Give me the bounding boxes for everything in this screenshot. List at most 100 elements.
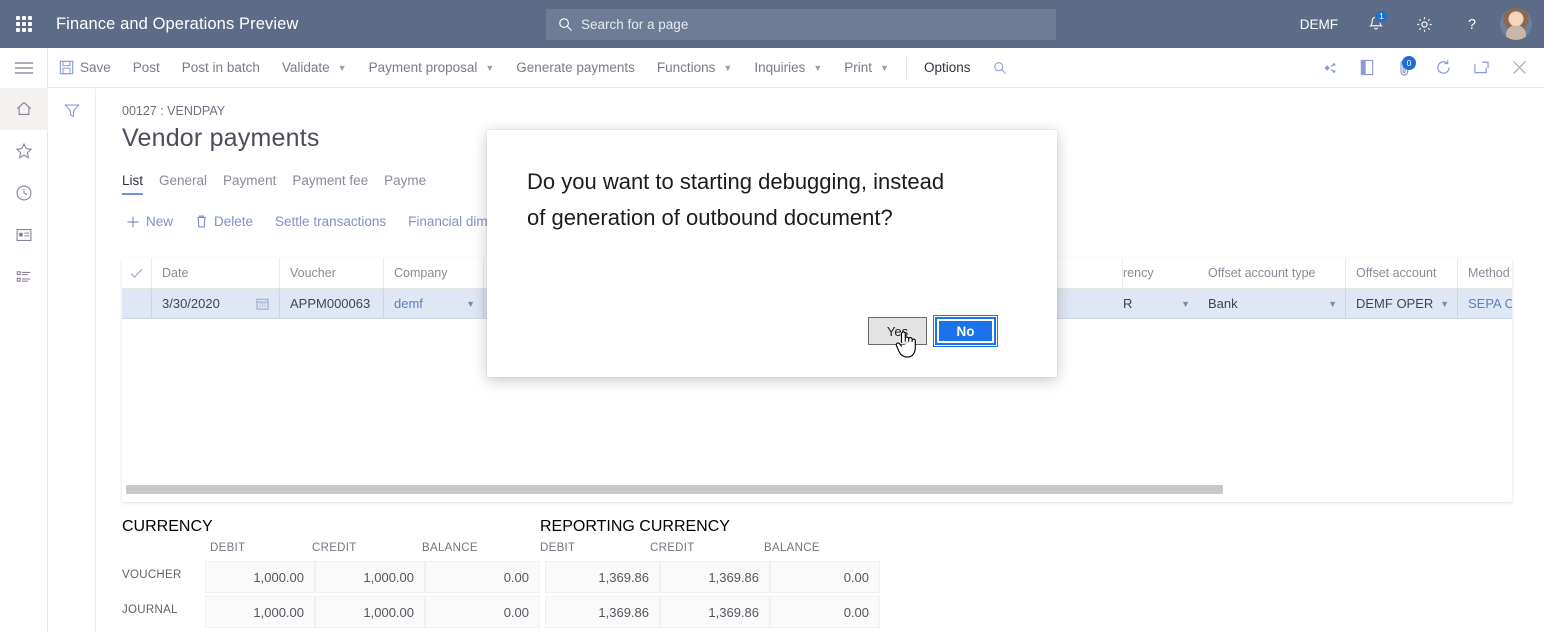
filter-pane [48,89,96,632]
post-in-batch-button[interactable]: Post in batch [171,48,271,88]
svg-text:?: ? [1468,17,1476,33]
subheader-credit-reporting: CREDIT [650,542,695,554]
settle-transactions-button[interactable]: Settle transactions [265,207,396,236]
header-actions: DEMF 1 ? [1286,0,1544,48]
trash-icon [195,214,208,229]
new-button[interactable]: New [116,207,183,236]
column-header-offset-account-type[interactable]: Offset account type [1198,258,1346,288]
payment-proposal-label: Payment proposal [369,60,478,75]
chevron-down-icon: ▼ [338,63,347,73]
cell-currency[interactable]: R ▼ [1123,289,1198,318]
post-label: Post [133,60,160,75]
search-icon [558,17,573,32]
cell-voucher[interactable]: APPM000063 [280,289,384,318]
filter-icon[interactable] [48,89,96,133]
refresh-icon[interactable] [1424,48,1462,88]
column-header-company[interactable]: Company [384,258,484,288]
attachment-count: 0 [1402,56,1416,70]
column-header-voucher[interactable]: Voucher [280,258,384,288]
totals-row-journal: JOURNAL 1,000.00 1,000.00 0.00 1,369.86 … [122,596,1122,630]
open-in-new-window-icon[interactable] [1462,48,1500,88]
cell-offset-account[interactable]: DEMF OPER ▼ [1346,289,1458,318]
user-avatar[interactable] [1500,8,1532,40]
chevron-down-icon: ▼ [880,63,889,73]
journal-credit-currency: 1,000.00 [315,596,425,628]
chevron-down-icon[interactable]: ▼ [466,299,475,309]
no-button[interactable]: No [935,317,996,345]
home-icon[interactable] [0,88,48,130]
journal-balance-reporting: 0.00 [770,596,880,628]
chevron-down-icon: ▼ [723,63,732,73]
inquiries-menu[interactable]: Inquiries ▼ [743,48,833,88]
workspaces-icon[interactable] [0,214,48,256]
generate-payments-button[interactable]: Generate payments [505,48,646,88]
voucher-debit-currency: 1,000.00 [205,561,315,593]
cell-date[interactable]: 3/30/2020 [152,289,280,318]
cell-company[interactable]: demf ▼ [384,289,484,318]
row-label-journal: JOURNAL [122,604,178,616]
post-in-batch-label: Post in batch [182,60,260,75]
cell-offset-account-type[interactable]: Bank ▼ [1198,289,1346,318]
search-input[interactable]: Search for a page [546,9,1056,40]
column-header-method-of-payment[interactable]: Method of paymer [1458,258,1512,288]
relationships-icon[interactable] [1310,48,1348,88]
column-header-offset-account[interactable]: Offset account [1346,258,1458,288]
find-icon[interactable] [982,48,1018,88]
yes-button[interactable]: Yes [868,317,927,345]
tab-payment-fee[interactable]: Payment fee [292,167,384,197]
modules-icon[interactable] [0,256,48,298]
bell-icon[interactable]: 1 [1352,0,1400,48]
plus-icon [126,215,140,229]
row-label-voucher: VOUCHER [122,569,182,581]
inquiries-label: Inquiries [754,60,805,75]
chevron-down-icon: ▼ [813,63,822,73]
cell-date-value: 3/30/2020 [162,296,220,311]
tab-general[interactable]: General [159,167,223,197]
dialog-buttons: Yes No [868,317,996,345]
search-placeholder: Search for a page [581,17,688,32]
app-launcher-icon[interactable] [0,0,48,48]
chevron-down-icon[interactable]: ▼ [1328,299,1337,309]
cell-method-of-payment[interactable]: SEPA CT [1458,289,1512,318]
side-panel-icon[interactable] [1348,48,1386,88]
payment-proposal-menu[interactable]: Payment proposal ▼ [358,48,506,88]
command-divider [906,58,907,78]
gear-icon[interactable] [1400,0,1448,48]
chevron-down-icon[interactable]: ▼ [1181,299,1190,309]
chevron-down-icon[interactable]: ▼ [1440,299,1449,309]
command-bar-right: 0 [1310,48,1544,88]
horizontal-scrollbar[interactable] [122,485,1512,494]
clock-icon[interactable] [0,172,48,214]
delete-button[interactable]: Delete [185,207,263,236]
star-icon[interactable] [0,130,48,172]
tab-payment-truncated[interactable]: Payme [384,167,442,197]
journal-balance-currency: 0.00 [425,596,540,628]
delete-label: Delete [214,214,253,229]
attachments-icon[interactable]: 0 [1386,48,1424,88]
options-menu[interactable]: Options [913,48,982,88]
notification-count: 1 [1375,10,1388,23]
column-header-currency[interactable]: rency [1123,258,1198,288]
tab-list[interactable]: List [122,167,159,197]
scrollbar-thumb[interactable] [126,485,1223,494]
hamburger-icon[interactable] [0,48,48,88]
select-all-checkbox[interactable] [122,258,152,288]
column-header-date[interactable]: Date [152,258,280,288]
tab-payment[interactable]: Payment [223,167,292,197]
calendar-icon[interactable] [256,297,269,310]
close-icon[interactable] [1500,48,1538,88]
company-selector[interactable]: DEMF [1286,17,1352,32]
command-bar: Save Post Post in batch Validate ▼ Payme… [48,48,1544,88]
row-checkbox[interactable] [122,289,152,318]
question-mark-icon[interactable]: ? [1448,0,1496,48]
print-menu[interactable]: Print ▼ [833,48,900,88]
save-button[interactable]: Save [48,48,122,88]
functions-menu[interactable]: Functions ▼ [646,48,743,88]
subheader-balance-currency: BALANCE [422,542,478,554]
validate-menu[interactable]: Validate ▼ [271,48,358,88]
save-icon [59,60,74,75]
post-button[interactable]: Post [122,48,171,88]
currency-group-label: CURRENCY [122,518,213,536]
voucher-credit-reporting: 1,369.86 [660,561,770,593]
generate-payments-label: Generate payments [516,60,635,75]
